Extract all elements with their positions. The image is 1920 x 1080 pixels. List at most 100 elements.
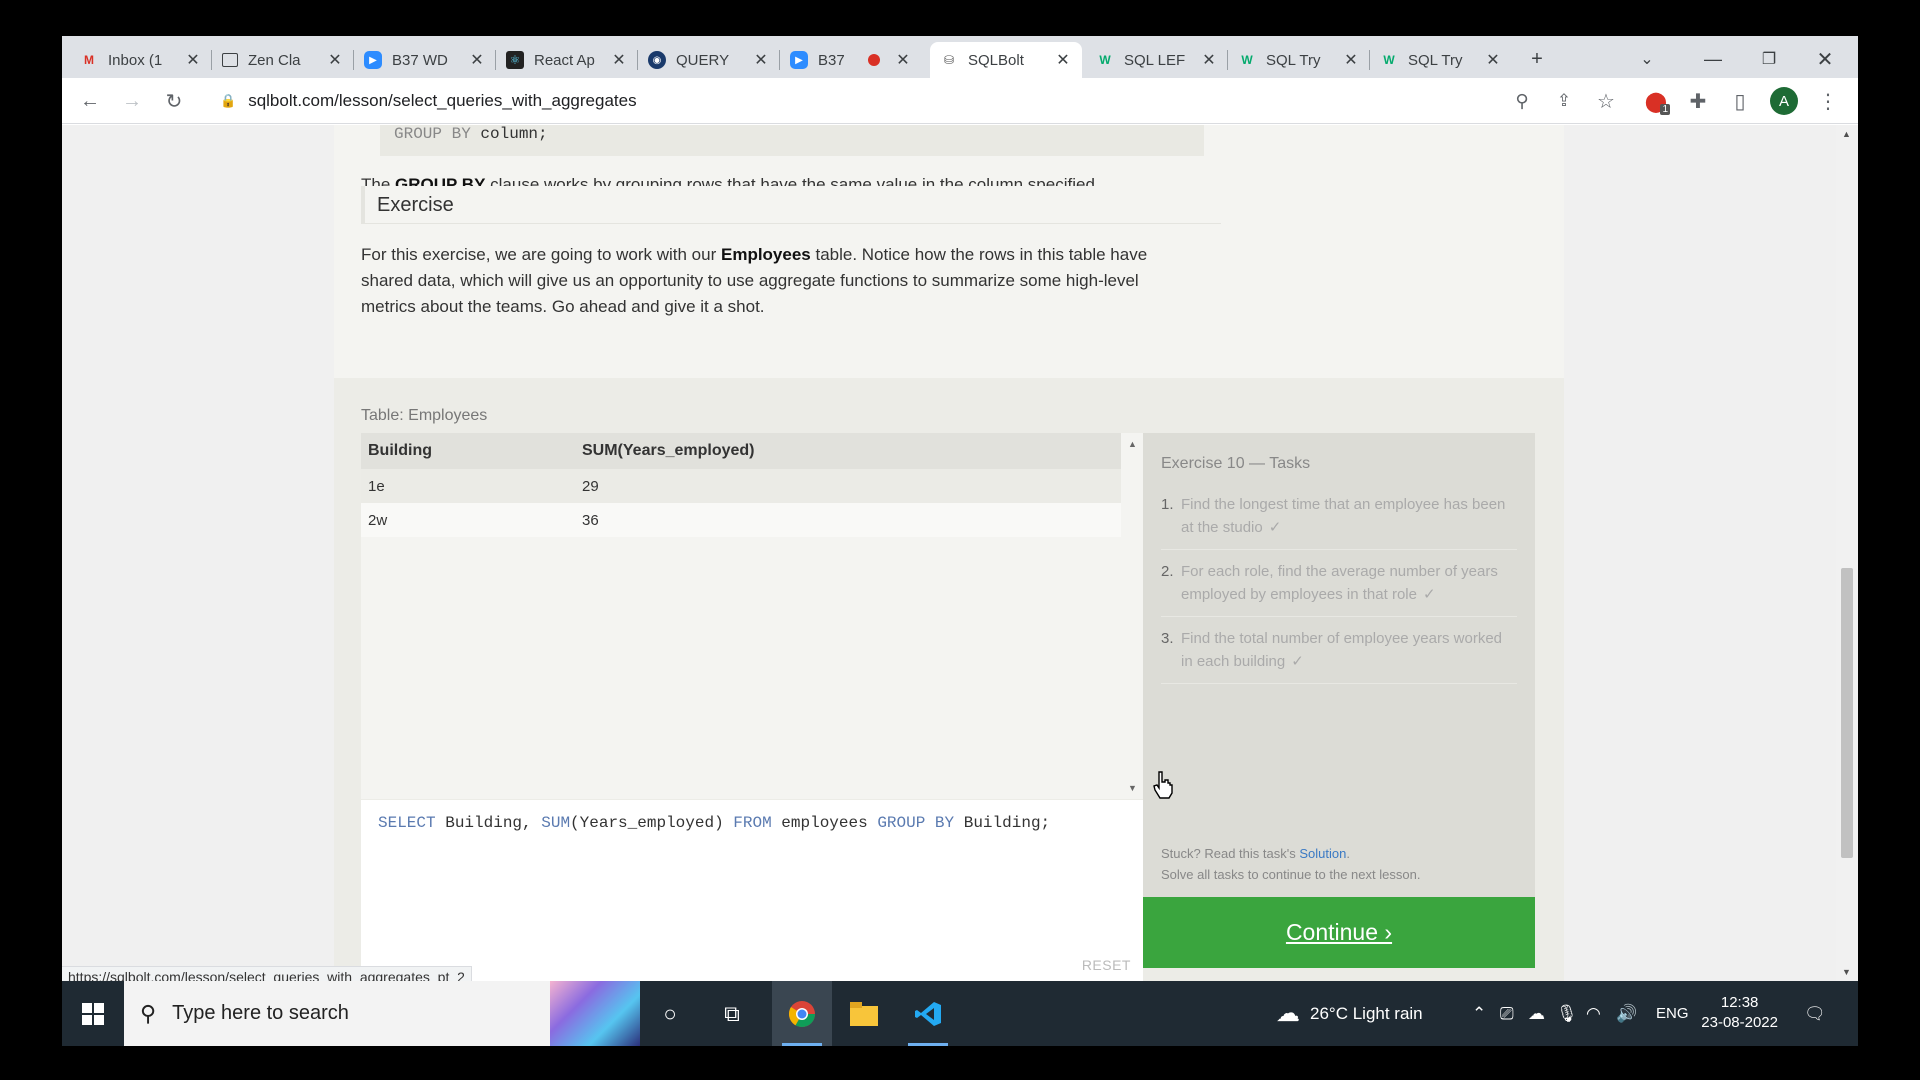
tab-sql-left[interactable]: W SQL LEF ✕	[1086, 42, 1228, 78]
lesson-content: GROUP BY column; The GROUP BY clause wor…	[334, 125, 1564, 981]
close-icon[interactable]: ✕	[1054, 50, 1072, 70]
bookmark-star-icon[interactable]: ☆	[1590, 85, 1622, 117]
query-editor[interactable]: SELECT Building, SUM(Years_employed) FRO…	[361, 800, 1143, 981]
hand-cursor-icon	[1153, 771, 1173, 799]
file-explorer-icon[interactable]	[834, 981, 894, 1046]
tab-zen-class[interactable]: Zen Cla ✕	[212, 42, 354, 78]
close-icon[interactable]: ✕	[1200, 50, 1218, 70]
windows-start-icon[interactable]	[62, 981, 124, 1046]
tab-title: SQL Try	[1408, 51, 1463, 69]
tab-query[interactable]: ◉ QUERY ✕	[638, 42, 780, 78]
minimize-button[interactable]: —	[1690, 42, 1736, 76]
notifications-icon[interactable]: 🗨	[1804, 981, 1826, 1046]
query-text[interactable]: SELECT Building, SUM(Years_employed) FRO…	[378, 814, 1050, 832]
scroll-down-icon[interactable]: ▼	[1128, 783, 1137, 793]
scroll-up-icon[interactable]: ▲	[1128, 439, 1137, 449]
close-icon[interactable]: ✕	[894, 50, 912, 70]
close-icon[interactable]: ✕	[326, 50, 344, 70]
w3-icon: W	[1383, 53, 1395, 67]
wifi-icon[interactable]: ◠	[1586, 981, 1601, 1046]
clock[interactable]: 12:38 23-08-2022	[1701, 993, 1778, 1033]
vscode-icon[interactable]	[898, 981, 958, 1046]
close-icon[interactable]: ✕	[610, 50, 628, 70]
onedrive-icon[interactable]: ☁	[1528, 981, 1545, 1046]
tab-inbox[interactable]: M Inbox (1 ✕	[70, 42, 212, 78]
close-icon[interactable]: ✕	[184, 50, 202, 70]
solution-link[interactable]: Solution	[1299, 846, 1346, 861]
check-icon: ✓	[1268, 519, 1282, 536]
code-column: column;	[480, 125, 548, 143]
page-scrollbar[interactable]: ▲ ▼	[1836, 125, 1858, 981]
zoom-magnifier-icon[interactable]: ⚲	[1506, 85, 1538, 117]
table-cell: 2w	[368, 511, 388, 529]
share-icon[interactable]: ⇪	[1548, 85, 1580, 117]
close-icon[interactable]: ✕	[1484, 50, 1502, 70]
task-item: 3. Find the total number of employee yea…	[1161, 617, 1517, 684]
tab-title: B37	[818, 51, 845, 69]
microphone-icon[interactable]: 🎙	[1556, 981, 1578, 1046]
tab-title: SQL LEF	[1124, 51, 1186, 69]
table-row: 2w 36	[361, 503, 1121, 537]
table-row: 1e 29	[361, 469, 1121, 503]
url-text: sqlbolt.com/lesson/select_queries_with_a…	[248, 91, 637, 110]
tab-sql-try-2[interactable]: W SQL Try ✕	[1370, 42, 1512, 78]
reset-button[interactable]: RESET	[1082, 957, 1131, 973]
zoom-icon: ▶	[364, 51, 382, 69]
address-bar[interactable]: 🔒 sqlbolt.com/lesson/select_queries_with…	[212, 83, 1612, 119]
exercise-paragraph: For this exercise, we are going to work …	[361, 245, 1148, 316]
code-snippet: GROUP BY column;	[380, 125, 1204, 156]
meet-now-icon[interactable]: ⎚	[1500, 981, 1514, 1046]
extension-alert-icon[interactable]: ⬤ 1	[1640, 85, 1672, 117]
tab-search-chevron-icon[interactable]: ⌄	[1630, 42, 1664, 76]
tab-sql-try-1[interactable]: W SQL Try ✕	[1228, 42, 1370, 78]
column-header: SUM(Years_employed)	[582, 442, 755, 459]
cortana-icon[interactable]: ○	[640, 981, 700, 1046]
language-indicator[interactable]: ENG	[1656, 981, 1689, 1046]
close-icon[interactable]: ✕	[468, 50, 486, 70]
volume-icon[interactable]: 🔊	[1616, 981, 1637, 1046]
back-arrow-icon[interactable]: ←	[74, 85, 106, 117]
tray-chevron-icon[interactable]: ⌃	[1472, 981, 1486, 1046]
chrome-icon[interactable]	[772, 981, 832, 1046]
windows-taskbar: ⚲ Type here to search ○ ⧉ ☁ 26°C Light r…	[62, 981, 1858, 1046]
extensions-puzzle-icon[interactable]: ✚	[1682, 85, 1714, 117]
tab-sqlbolt[interactable]: ⛁ SQLBolt ✕	[930, 42, 1082, 78]
tab-title: React Ap	[534, 51, 595, 69]
avatar[interactable]: A	[1770, 87, 1798, 115]
recording-icon	[868, 54, 880, 66]
results-table: Building SUM(Years_employed) 1e 29 2w 36	[361, 433, 1121, 799]
close-window-button[interactable]: ✕	[1802, 42, 1848, 76]
task-view-icon[interactable]: ⧉	[702, 981, 762, 1046]
continue-button[interactable]: Continue ›	[1143, 897, 1535, 968]
tab-react-app[interactable]: ⚛ React Ap ✕	[496, 42, 638, 78]
table-caption: Table: Employees	[361, 407, 488, 424]
new-tab-button[interactable]: +	[1520, 42, 1554, 76]
close-icon[interactable]: ✕	[1342, 50, 1360, 70]
help-text: Stuck? Read this task's Solution. Solve …	[1161, 846, 1421, 882]
browser-toolbar: ← → ↻ 🔒 sqlbolt.com/lesson/select_querie…	[62, 78, 1858, 124]
exercise-heading: Exercise	[361, 186, 1221, 224]
tasks-panel: Exercise 10 — Tasks 1. Find the longest …	[1143, 433, 1535, 897]
results-scrollbar[interactable]: ▲ ▼	[1121, 433, 1143, 799]
weather-widget[interactable]: ☁ 26°C Light rain	[1276, 981, 1423, 1046]
forward-arrow-icon[interactable]: →	[116, 85, 148, 117]
close-icon[interactable]: ✕	[752, 50, 770, 70]
table-cell: 29	[582, 477, 599, 495]
menu-kebab-icon[interactable]: ⋮	[1812, 85, 1844, 117]
tab-b37-wd[interactable]: ▶ B37 WD ✕	[354, 42, 496, 78]
db-icon: ◉	[648, 51, 666, 69]
scroll-up-icon[interactable]: ▲	[1842, 129, 1851, 139]
scroll-down-icon[interactable]: ▼	[1842, 967, 1851, 977]
side-panel-icon[interactable]: ▯	[1724, 85, 1756, 117]
restore-button[interactable]: ❐	[1746, 42, 1792, 76]
zoom-icon: ▶	[790, 51, 808, 69]
tab-title: SQLBolt	[968, 51, 1024, 69]
code-keyword: GROUP BY	[394, 125, 471, 143]
browser-window: M Inbox (1 ✕ Zen Cla ✕ ▶ B37 WD ✕ ⚛ Reac…	[62, 36, 1858, 1046]
check-icon: ✓	[1291, 653, 1304, 670]
gmail-icon: M	[84, 53, 94, 67]
reload-icon[interactable]: ↻	[158, 85, 190, 117]
taskbar-search-input[interactable]: ⚲ Type here to search	[124, 981, 640, 1046]
scrollbar-thumb[interactable]	[1841, 568, 1853, 858]
tab-b37[interactable]: ▶ B37 ✕	[780, 42, 922, 78]
